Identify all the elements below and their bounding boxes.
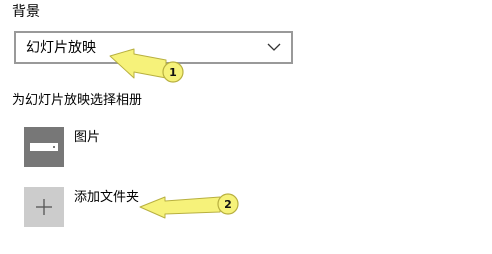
background-dropdown-value: 幻灯片放映 [26,40,96,56]
personalization-background-panel: 背景 幻灯片放映 为幻灯片放映选择相册 图片 添加文件夹 1 2 [0,0,492,254]
callout-badge-2 [217,193,239,215]
callout-number-2: 2 [224,198,232,211]
picture-icon [30,143,58,151]
background-dropdown[interactable]: 幻灯片放映 [14,31,293,64]
album-section-heading: 为幻灯片放映选择相册 [12,93,143,108]
chevron-down-icon [267,43,281,51]
background-label: 背景 [12,4,40,20]
plus-icon [36,199,52,215]
callout-badge-1 [162,61,184,83]
callout-arrow-2: 2 [139,193,239,219]
add-folder-button[interactable] [24,187,64,227]
add-folder-label[interactable]: 添加文件夹 [74,189,139,207]
pictures-album-tile[interactable] [24,127,64,167]
callout-number-1: 1 [169,66,177,79]
pictures-album-label[interactable]: 图片 [74,129,100,147]
